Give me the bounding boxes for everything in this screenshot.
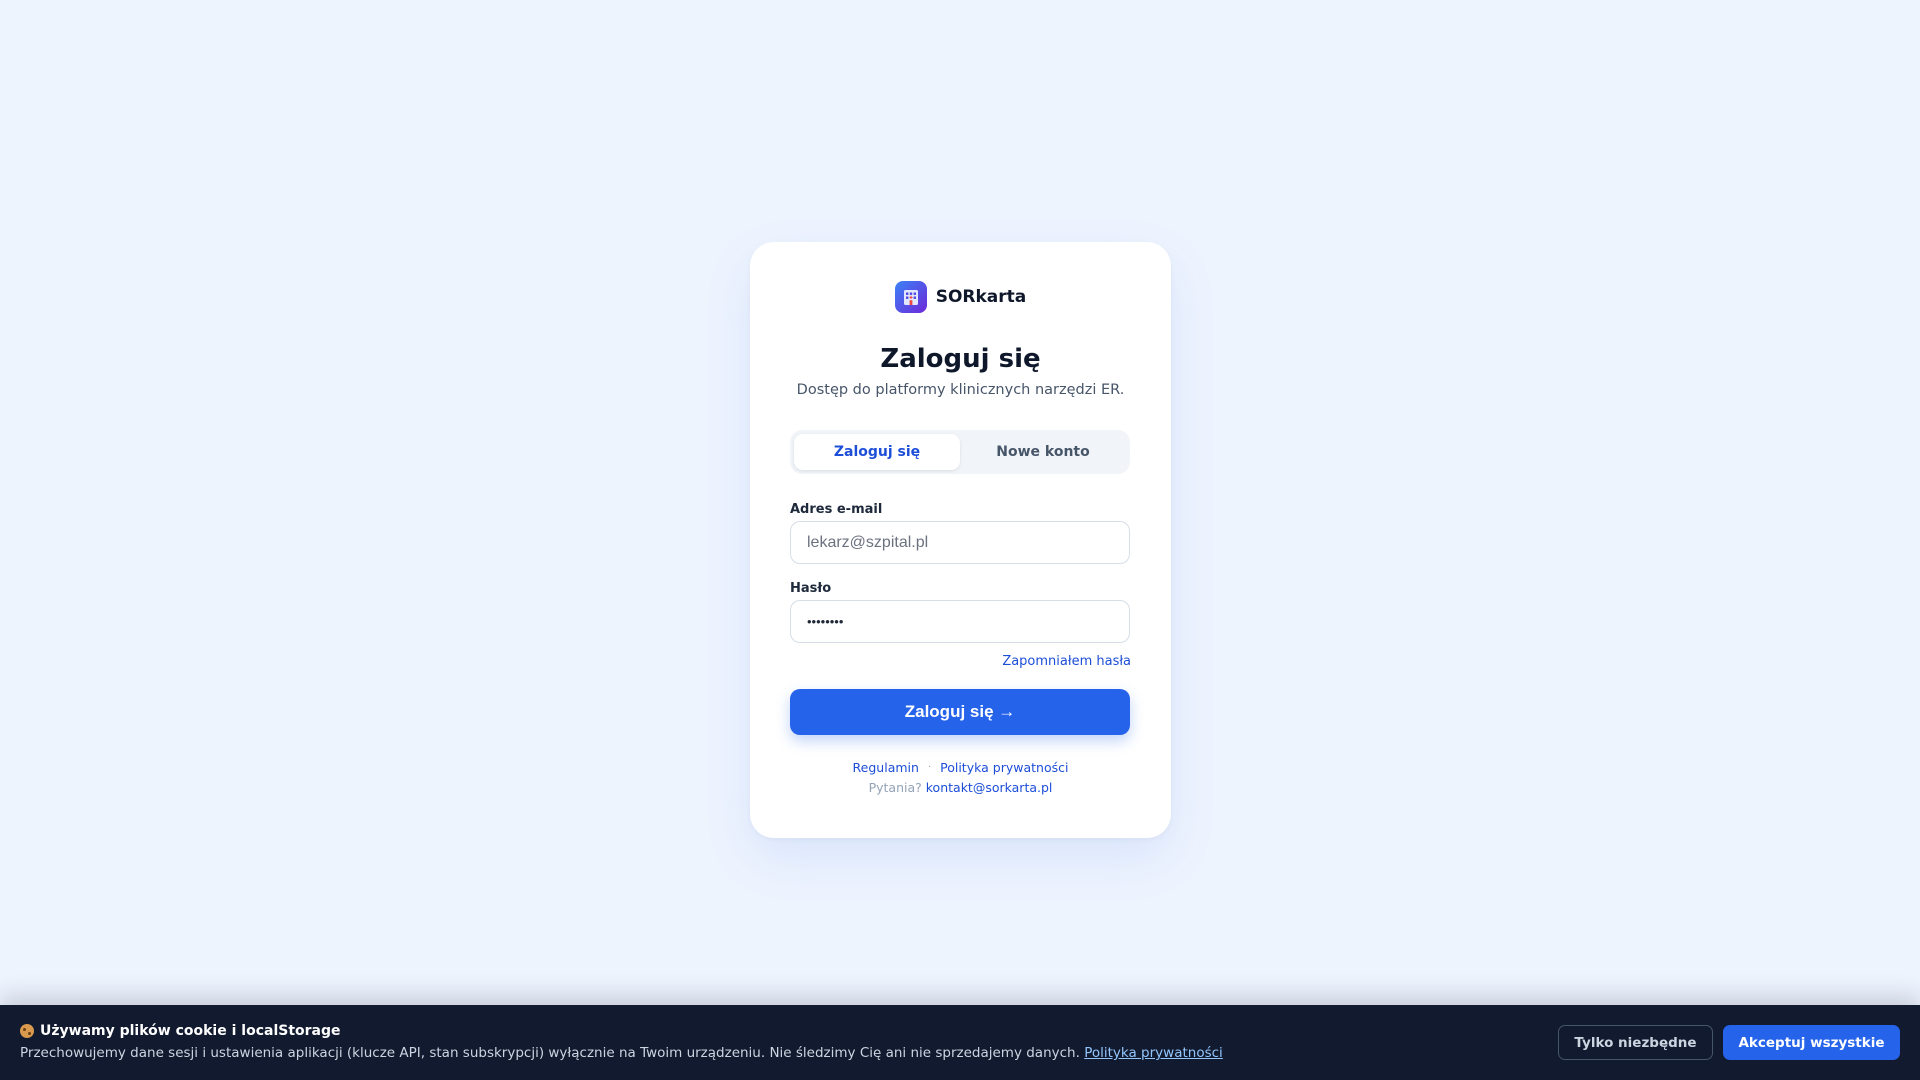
tab-login[interactable]: Zaloguj się (794, 434, 960, 470)
hospital-icon (894, 281, 927, 313)
login-card: SORkarta Zaloguj się Dostęp do platformy… (750, 242, 1171, 838)
email-field-wrapper (790, 521, 1130, 564)
page-title: Zaloguj się (880, 344, 1041, 374)
cookie-privacy-link[interactable]: Polityka prywatności (1084, 1045, 1223, 1061)
cookie-banner-text: Przechowujemy dane sesji i ustawienia ap… (20, 1045, 1223, 1061)
password-label: Hasło (790, 581, 832, 596)
auth-tabs: Zaloguj się Nowe konto (790, 430, 1130, 474)
login-submit-button[interactable]: Zaloguj się → (790, 689, 1130, 735)
brand: SORkarta (750, 281, 1171, 313)
cookie-banner-title: Używamy plików cookie i localStorage (20, 1023, 341, 1039)
cookie-accept-all-button[interactable]: Akceptuj wszystkie (1723, 1025, 1900, 1060)
privacy-link[interactable]: Polityka prywatności (940, 760, 1068, 775)
tab-new-account[interactable]: Nowe konto (960, 434, 1126, 470)
cookie-description: Przechowujemy dane sesji i ustawienia ap… (20, 1045, 1080, 1061)
brand-name: SORkarta (935, 287, 1027, 307)
cookie-icon (20, 1024, 34, 1038)
cookie-banner: Używamy plików cookie i localStorage Prz… (0, 1005, 1920, 1080)
forgot-password-link[interactable]: Zapomniałem hasła (1002, 654, 1131, 669)
contact-line: Pytania? kontakt@sorkarta.pl (750, 780, 1171, 795)
contact-email-link[interactable]: kontakt@sorkarta.pl (926, 780, 1053, 795)
footer-links: Regulamin · Polityka prywatności (750, 760, 1171, 775)
contact-prefix: Pytania? (868, 780, 922, 795)
page-subtitle: Dostęp do platformy klinicznych narzędzi… (796, 382, 1125, 398)
terms-link[interactable]: Regulamin (853, 760, 919, 775)
password-field[interactable]: •••••••• (790, 600, 1130, 643)
password-value: •••••••• (807, 614, 844, 629)
email-field[interactable] (807, 533, 1113, 552)
cookie-title-text: Używamy plików cookie i localStorage (40, 1023, 341, 1039)
email-label: Adres e-mail (790, 502, 883, 517)
cookie-necessary-button[interactable]: Tylko niezbędne (1558, 1025, 1713, 1060)
link-separator: · (927, 762, 932, 773)
